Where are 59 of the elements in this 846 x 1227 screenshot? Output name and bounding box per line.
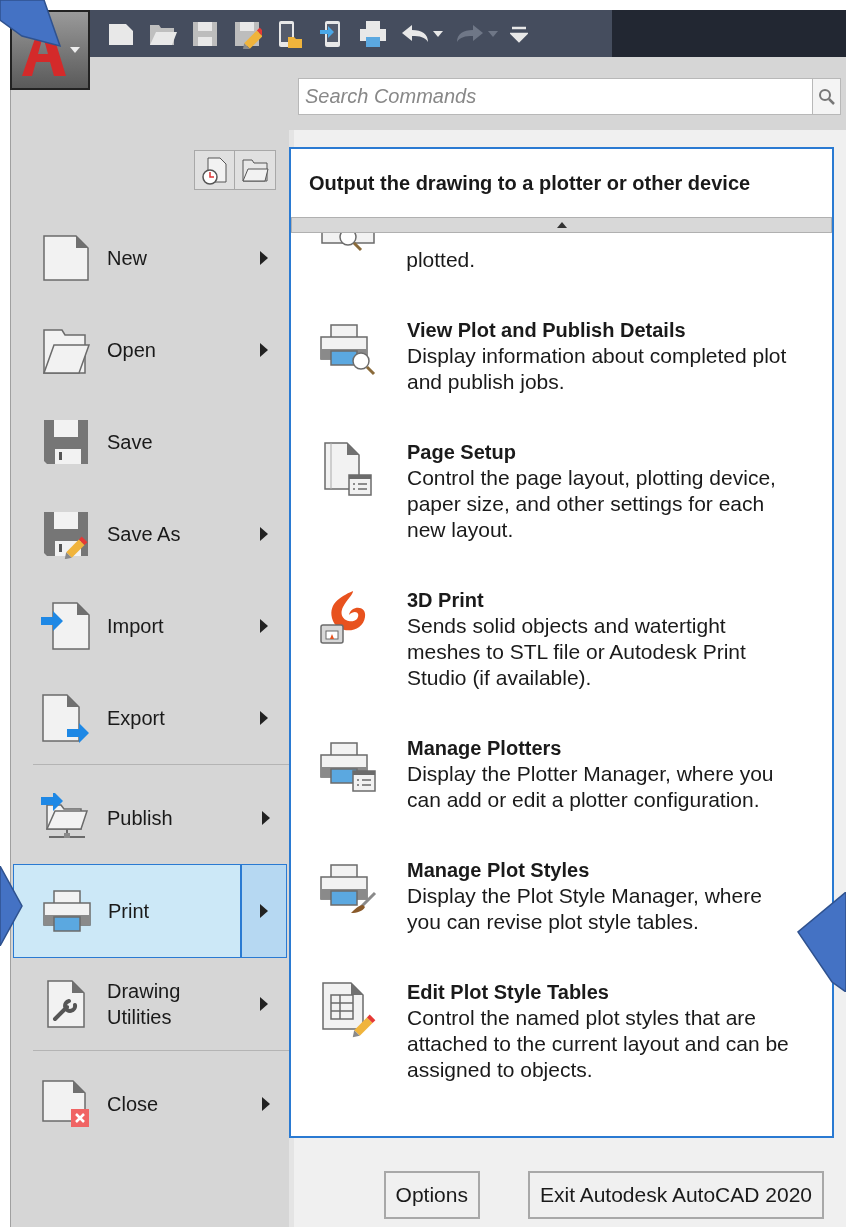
- search-icon: [817, 87, 836, 106]
- menu-item[interactable]: Print: [13, 864, 287, 958]
- callout-arrow: [0, 0, 62, 48]
- menu-item[interactable]: Drawing Utilities: [13, 958, 287, 1050]
- search-button[interactable]: [813, 78, 841, 115]
- menu-item[interactable]: Save: [13, 396, 287, 488]
- up-arrow-icon: [556, 222, 567, 228]
- caret-icon: [70, 47, 80, 53]
- page-arrow-icon: [41, 601, 91, 651]
- menu-item-label: Publish: [107, 806, 174, 831]
- recent-documents-button[interactable]: [194, 150, 235, 190]
- menu-item-label: Drawing Utilities: [107, 979, 182, 1030]
- menu-item-label: Print: [108, 899, 151, 924]
- option-title: Page Setup: [407, 440, 517, 465]
- menu-item[interactable]: Close: [33, 1050, 289, 1150]
- search-field[interactable]: Search Commands: [298, 78, 813, 115]
- printer-icon[interactable]: [358, 18, 388, 49]
- option-title: 3D Print: [407, 588, 485, 613]
- option-title: Manage Plot Styles: [407, 858, 591, 883]
- menu-item-label: Import: [107, 614, 165, 639]
- blank-page-icon: [41, 233, 91, 283]
- option-title: View Plot and Publish Details: [407, 318, 687, 343]
- page-arrow-icon: [41, 693, 91, 743]
- caret-icon[interactable]: [433, 30, 443, 37]
- page-clock-icon: [199, 155, 230, 185]
- print-option[interactable]: 3D Print Sends solid objects and watertight meshes to STL file or Autodesk Print Studio (if available).: [291, 587, 793, 691]
- option-title: Manage Plotters: [407, 736, 563, 761]
- print-option[interactable]: Edit Plot Style Tables Control the named plot styles that are attached to the current layout and can be assigned to objects.: [291, 979, 793, 1083]
- print-option[interactable]: Manage Plotters Display the Plotter Manager, where you can add or edit a plotter configuration.: [291, 735, 793, 813]
- footer-button[interactable]: Options: [383, 1171, 480, 1219]
- page-x-icon: [41, 1079, 91, 1129]
- option-description: Control the named plot styles that are attached to the current layout and can be assigned to objects.: [407, 1005, 790, 1083]
- option-description: plotted.: [406, 247, 477, 273]
- open-documents-button[interactable]: [235, 150, 276, 190]
- print-option[interactable]: plotted.: [291, 233, 793, 273]
- menu-item-label: Save As: [107, 522, 182, 547]
- menu-item-label: Open: [107, 338, 157, 363]
- menu-item[interactable]: Import: [13, 580, 287, 672]
- print-option[interactable]: Manage Plot Styles Display the Plot Style Manager, where you can revise plot style tables.: [291, 857, 793, 935]
- floppy-pencil-icon: [41, 509, 91, 559]
- menu-item[interactable]: New: [13, 212, 287, 304]
- menu-item[interactable]: Open: [13, 304, 287, 396]
- menu-item-label: New: [107, 246, 148, 271]
- menu-item-label: Close: [107, 1092, 160, 1117]
- menu-item-label: Export: [107, 706, 166, 731]
- option-description: Control the page layout, plotting device, paper size, and other settings for each new layout.: [407, 465, 777, 543]
- print-option[interactable]: View Plot and Publish Details Display information about completed plot and publish jobs.: [291, 317, 793, 395]
- option-description: Display information about completed plot and publish jobs.: [407, 343, 788, 395]
- option-title: Edit Plot Style Tables: [407, 980, 610, 1005]
- menu-item-label: Save: [107, 430, 154, 455]
- magnifier-icon: [321, 233, 377, 252]
- option-description: Display the Plotter Manager, where you can add or edit a plotter configuration.: [407, 761, 775, 813]
- menu-item[interactable]: Save As: [13, 488, 287, 580]
- panel-title: Output the drawing to a plotter or other device: [308, 171, 752, 196]
- option-description: Sends solid objects and watertight meshes to STL file or Autodesk Print Studio (if available).: [407, 613, 747, 691]
- print-option[interactable]: Page Setup Control the page layout, plotting device, paper size, and other settings for each new layout.: [291, 439, 793, 543]
- menu-item[interactable]: Export: [13, 672, 287, 764]
- option-description: Display the Plot Style Manager, where you can revise plot style tables.: [407, 883, 763, 935]
- footer-button[interactable]: Exit Autodesk AutoCAD 2020: [528, 1171, 824, 1219]
